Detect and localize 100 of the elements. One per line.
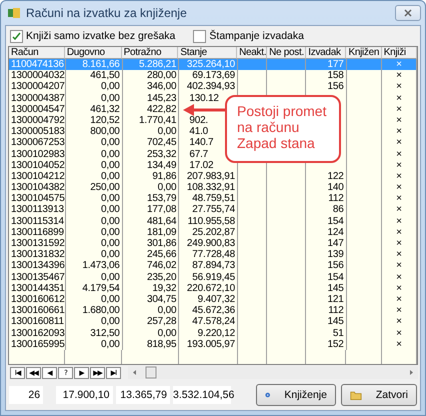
post-button[interactable]: Knjiženje bbox=[256, 384, 336, 406]
arrow-icon bbox=[183, 104, 227, 116]
table-cell: 702,45 bbox=[122, 137, 180, 148]
table-cell: 181,09 bbox=[122, 226, 180, 238]
table-cell: 257,28 bbox=[122, 316, 180, 328]
table-cell: 112 bbox=[306, 193, 347, 204]
table-cell: 27.755,74 bbox=[179, 204, 238, 216]
table-cell: 346,00 bbox=[122, 81, 180, 93]
table-cell: 177,08 bbox=[122, 204, 180, 216]
table-cell: 1300104052 bbox=[9, 160, 66, 171]
close-button[interactable]: Zatvori bbox=[340, 384, 417, 406]
table-cell: 0,00 bbox=[66, 338, 123, 350]
table-cell: 220.672,10 bbox=[179, 282, 238, 294]
column-header[interactable]: Neakt. bbox=[237, 47, 268, 59]
column-header[interactable]: Stanje bbox=[178, 47, 238, 59]
table-cell: 0,00 bbox=[122, 305, 180, 316]
checkbox[interactable] bbox=[10, 30, 23, 42]
table-cell: 1100474136 bbox=[9, 59, 66, 70]
table-cell: 1300102983 bbox=[9, 148, 66, 160]
table-cell: 108.332,91 bbox=[179, 182, 238, 194]
table-cell: 158 bbox=[306, 70, 347, 82]
table-cell: 301,86 bbox=[122, 238, 180, 250]
table-cell: × bbox=[382, 294, 417, 306]
table-cell: 156 bbox=[306, 260, 347, 272]
column-header[interactable]: Ne post. bbox=[267, 47, 306, 59]
table-cell: 0,00 bbox=[66, 294, 123, 306]
column-header[interactable]: Knjiži bbox=[382, 47, 417, 59]
table-cell: × bbox=[382, 305, 417, 316]
total-field: 26 bbox=[9, 386, 44, 404]
table-cell: 25.202,87 bbox=[179, 226, 238, 238]
table-cell: 461,50 bbox=[66, 70, 123, 82]
checkbox[interactable] bbox=[193, 30, 206, 42]
table-cell: 147 bbox=[306, 238, 347, 250]
table-cell: 1300004032 bbox=[9, 70, 66, 82]
table-cell: 69.173,69 bbox=[179, 70, 238, 82]
table-cell: 154 bbox=[306, 272, 347, 283]
table-cell: 0,00 bbox=[66, 137, 123, 148]
table-cell: 1300160811 bbox=[9, 316, 66, 328]
table-cell: 253,32 bbox=[122, 148, 180, 160]
table-cell: 177 bbox=[306, 59, 347, 70]
close-button[interactable] bbox=[395, 5, 421, 21]
table-cell: 77.728,48 bbox=[179, 249, 238, 260]
table-cell: 249.900,83 bbox=[179, 238, 238, 250]
table-cell: 0,00 bbox=[122, 328, 180, 339]
table-cell: 0,00 bbox=[66, 249, 123, 260]
table-cell: 304,75 bbox=[122, 294, 180, 306]
table-cell: 9.407,32 bbox=[179, 294, 238, 306]
table-cell: 51 bbox=[306, 328, 347, 339]
table-cell: × bbox=[382, 328, 417, 339]
table-cell: 1.770,41 bbox=[122, 114, 180, 126]
table-cell: 140 bbox=[306, 182, 347, 194]
table-cell: 1300104382 bbox=[9, 182, 66, 194]
table-cell: 207.983,91 bbox=[179, 170, 238, 182]
table-cell: 112 bbox=[306, 305, 347, 316]
table-cell: 422,82 bbox=[122, 104, 180, 115]
table-cell: 800,00 bbox=[66, 126, 123, 138]
table-cell: 145 bbox=[306, 316, 347, 328]
column-header[interactable]: Dugovno bbox=[64, 47, 122, 59]
table-cell: 110.955,58 bbox=[179, 216, 238, 227]
table-cell: 1300104212 bbox=[9, 170, 66, 182]
table-cell: 4.179,54 bbox=[66, 282, 123, 294]
table-cell: 86 bbox=[306, 204, 347, 216]
table-cell: 1300144351 bbox=[9, 282, 66, 294]
column-header[interactable]: Izvadak bbox=[306, 47, 346, 59]
table-cell: × bbox=[382, 338, 417, 350]
table-cell: 0,00 bbox=[66, 148, 123, 160]
table-cell: 461,32 bbox=[66, 104, 123, 115]
table-cell: 235,20 bbox=[122, 272, 180, 283]
table-cell: 1300113913 bbox=[9, 204, 66, 216]
checkbox-label: Štampanje izvadaka bbox=[209, 30, 304, 42]
table-cell: 250,00 bbox=[66, 182, 123, 194]
table-cell: × bbox=[382, 92, 417, 104]
table-cell: 0,00 bbox=[66, 226, 123, 238]
table-cell: 0,00 bbox=[66, 170, 123, 182]
table-cell: × bbox=[382, 226, 417, 238]
column-header[interactable]: Knjižen bbox=[346, 47, 382, 59]
column-header[interactable]: Potražno bbox=[122, 47, 178, 59]
table-cell: 145 bbox=[306, 282, 347, 294]
table-cell: 45.672,36 bbox=[179, 305, 238, 316]
table-cell: 0,00 bbox=[66, 272, 123, 283]
column-header[interactable]: Račun bbox=[9, 47, 65, 59]
table-cell: × bbox=[382, 182, 417, 194]
table-cell: 193.005,97 bbox=[179, 338, 238, 350]
table-cell: 312,50 bbox=[66, 328, 123, 339]
table-cell: 1300160661 bbox=[9, 305, 66, 316]
table-cell: 153,79 bbox=[122, 193, 180, 204]
table-cell: 0,00 bbox=[66, 92, 123, 104]
total-field: 13.365,79 bbox=[116, 386, 170, 404]
table-cell: 245,66 bbox=[122, 249, 180, 260]
table-cell: × bbox=[382, 137, 417, 148]
table-cell: 1300131832 bbox=[9, 249, 66, 260]
table-cell: 5.286,21 bbox=[122, 59, 180, 70]
table-cell: 1300067253 bbox=[9, 137, 66, 148]
table-cell: 1300160612 bbox=[9, 294, 66, 306]
table-cell: 746,02 bbox=[122, 260, 180, 272]
table-cell: 87.894,73 bbox=[179, 260, 238, 272]
table-cell: 145,23 bbox=[122, 92, 180, 104]
table-cell: 1300115314 bbox=[9, 216, 66, 227]
table-cell: 0,00 bbox=[66, 316, 123, 328]
table-cell: 8.161,66 bbox=[66, 59, 123, 70]
